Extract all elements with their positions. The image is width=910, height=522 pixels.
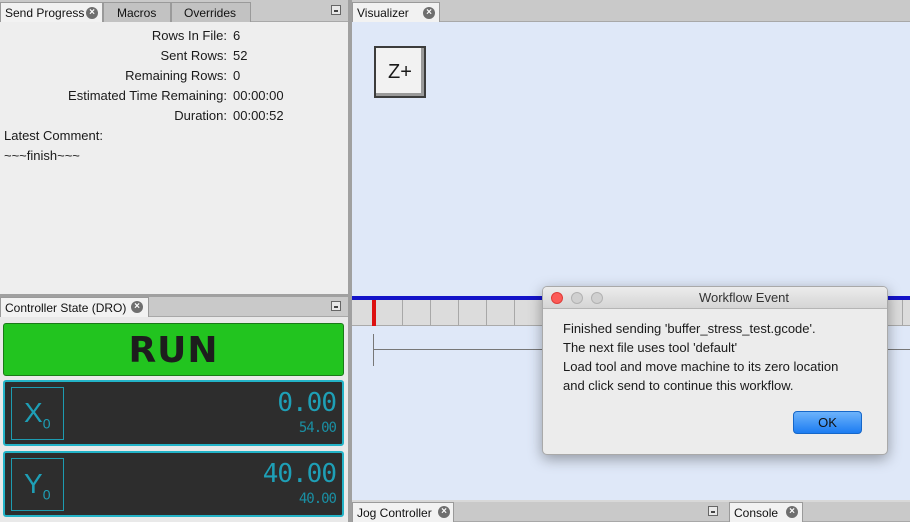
minimize-window-icon (571, 292, 583, 304)
minimize-icon[interactable] (331, 301, 341, 311)
x-work-position[interactable]: 0.00 (277, 388, 337, 418)
close-window-icon[interactable] (551, 292, 563, 304)
duration-row: Duration: 00:00:52 (0, 108, 340, 128)
x-axis-reset-button[interactable]: X0 (11, 387, 64, 440)
close-icon[interactable]: × (423, 7, 435, 19)
close-icon[interactable]: × (131, 301, 143, 313)
dialog-message-line: The next file uses tool 'default' (563, 340, 738, 355)
sent-rows-value: 52 (233, 48, 248, 63)
x-machine-position: 54.00 (298, 420, 337, 436)
x-axis-letter: X (24, 397, 43, 428)
tab-visualizer[interactable]: Visualizer × (352, 2, 440, 23)
y-axis-readout: Y0 40.00 40.00 (3, 451, 344, 517)
dialog-message-line: Finished sending 'buffer_stress_test.gco… (563, 321, 816, 336)
tab-controller-state-label: Controller State (DRO) (5, 301, 127, 315)
tab-console[interactable]: Console × (729, 502, 803, 522)
time-remaining-label: Estimated Time Remaining: (68, 88, 227, 103)
y-work-position[interactable]: 40.00 (263, 459, 337, 489)
sent-rows-label: Sent Rows: (160, 48, 227, 63)
ruler-tick (458, 300, 459, 326)
dialog-titlebar: Workflow Event (543, 287, 887, 309)
time-remaining-row: Estimated Time Remaining: 00:00:00 (0, 88, 340, 108)
x-axis-readout: X0 0.00 54.00 (3, 380, 344, 446)
tab-jog-controller-label: Jog Controller (357, 506, 432, 520)
time-remaining-value: 00:00:00 (233, 88, 284, 103)
machine-state-indicator: RUN (3, 323, 344, 376)
tab-macros[interactable]: Macros (103, 2, 171, 22)
close-icon[interactable]: × (86, 7, 98, 19)
y-axis-letter: Y (24, 468, 43, 499)
tab-console-label: Console (734, 506, 779, 520)
tab-send-progress[interactable]: Send Progress × (0, 2, 103, 23)
latest-comment-label: Latest Comment: (4, 128, 103, 143)
bottom-tabbar: Jog Controller × Console × (352, 502, 910, 522)
zoom-window-icon (591, 292, 603, 304)
remaining-rows-label: Remaining Rows: (125, 68, 227, 83)
dro-tabbar: Controller State (DRO) × (0, 297, 348, 317)
tab-overrides[interactable]: Overrides (171, 2, 251, 22)
minimize-icon[interactable] (331, 5, 341, 15)
send-progress-panel: Rows In File: 6 Sent Rows: 52 Remaining … (0, 22, 348, 294)
ruler-tick (430, 300, 431, 326)
tab-send-progress-label: Send Progress (5, 6, 85, 20)
tab-visualizer-label: Visualizer (357, 6, 409, 20)
ok-button[interactable]: OK (793, 411, 862, 434)
y-axis-reset-button[interactable]: Y0 (11, 458, 64, 511)
rows-in-file-label: Rows In File: (151, 28, 227, 43)
duration-value: 00:00:52 (233, 108, 284, 123)
rows-in-file-value: 6 (233, 28, 241, 43)
workflow-event-dialog: Workflow Event Finished sending 'buffer_… (542, 286, 888, 455)
dialog-message-line: Load tool and move machine to its zero l… (563, 359, 839, 374)
latest-comment-value: ~~~finish~~~ (4, 148, 80, 163)
ruler-tick (402, 300, 403, 326)
tab-jog-controller[interactable]: Jog Controller × (352, 502, 454, 522)
ruler-tick (902, 300, 903, 326)
close-icon[interactable]: × (786, 506, 798, 518)
visualizer-tabbar: Visualizer × (352, 0, 910, 23)
dro-panel: RUN X0 0.00 54.00 Y0 40.00 40.00 (0, 317, 348, 522)
close-icon[interactable]: × (438, 506, 450, 518)
x-axis-sub: 0 (42, 415, 51, 432)
tab-overrides-label: Overrides (184, 6, 237, 20)
remaining-rows-row: Remaining Rows: 0 (0, 68, 340, 88)
dialog-message-line: and click send to continue this workflow… (563, 378, 794, 393)
ruler-tick (514, 300, 515, 326)
axis-guide-vertical (373, 334, 374, 366)
y-axis-sub: 0 (42, 486, 51, 503)
sent-rows-row: Sent Rows: 52 (0, 48, 340, 68)
minimize-icon[interactable] (708, 506, 718, 516)
remaining-rows-value: 0 (233, 68, 241, 83)
tab-controller-state[interactable]: Controller State (DRO) × (0, 297, 149, 317)
duration-label: Duration: (174, 108, 227, 123)
view-cube[interactable]: Z+ (374, 46, 426, 98)
tool-position-marker (372, 300, 376, 326)
tab-macros-label: Macros (117, 6, 157, 20)
ruler-tick (486, 300, 487, 326)
dialog-title: Workflow Event (698, 290, 790, 305)
left-top-tabbar: Send Progress × Macros Overrides (0, 0, 348, 23)
rows-in-file-row: Rows In File: 6 (0, 28, 340, 48)
y-machine-position: 40.00 (298, 491, 337, 507)
